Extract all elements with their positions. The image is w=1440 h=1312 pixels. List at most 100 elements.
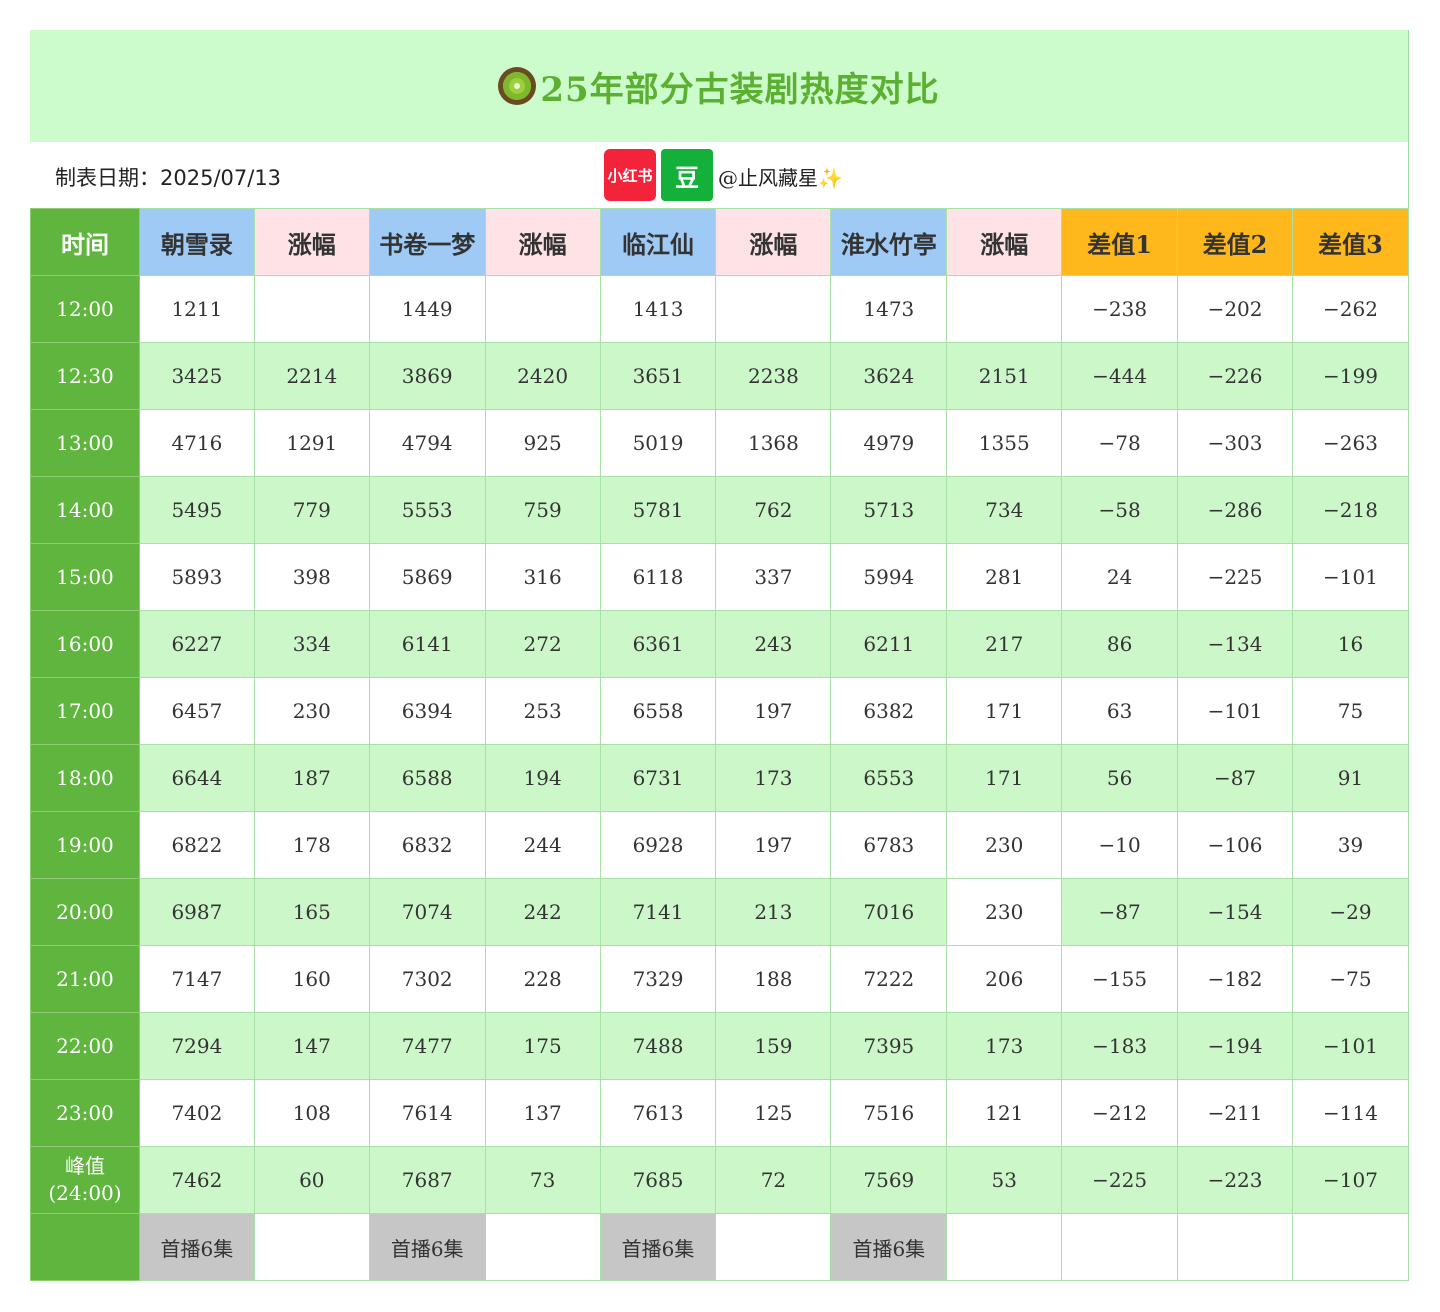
value-cell: 5553 xyxy=(368,476,486,544)
premiere-note-cell: 首播6集 xyxy=(599,1213,717,1281)
value-cell: 281 xyxy=(946,543,1063,611)
value-cell: 1473 xyxy=(830,275,948,343)
value-cell: 5869 xyxy=(368,543,486,611)
value-cell: 7141 xyxy=(599,878,717,946)
value-cell: 272 xyxy=(484,610,601,678)
peak-label-line1: 峰值 xyxy=(64,1154,105,1178)
value-cell: 6211 xyxy=(830,610,948,678)
peak-value-cell: 60 xyxy=(253,1146,370,1214)
value-cell: −218 xyxy=(1292,476,1409,544)
value-cell: −444 xyxy=(1061,342,1179,410)
time-cell: 19:00 xyxy=(30,811,140,879)
table-row: 12:00 1211 1449 1413 1473 −238 −202 −262 xyxy=(30,275,1409,343)
footer-cell xyxy=(253,1213,370,1281)
value-cell: 6227 xyxy=(138,610,255,678)
time-cell: 21:00 xyxy=(30,945,140,1013)
value-cell: 6832 xyxy=(368,811,486,879)
value-cell: −194 xyxy=(1177,1012,1293,1080)
value-cell: −87 xyxy=(1061,878,1179,946)
value-cell: 6731 xyxy=(599,744,717,812)
value-cell: 217 xyxy=(946,610,1063,678)
value-cell: 206 xyxy=(946,945,1063,1013)
value-cell: 1449 xyxy=(368,275,486,343)
value-cell: −134 xyxy=(1177,610,1293,678)
value-cell: 7016 xyxy=(830,878,948,946)
value-cell: 7516 xyxy=(830,1079,948,1147)
value-cell: 3869 xyxy=(368,342,486,410)
value-cell: 91 xyxy=(1292,744,1409,812)
value-cell: 56 xyxy=(1061,744,1179,812)
value-cell: 125 xyxy=(715,1079,832,1147)
peak-value-cell: 53 xyxy=(946,1146,1063,1214)
value-cell: −114 xyxy=(1292,1079,1409,1147)
value-cell: 194 xyxy=(484,744,601,812)
table-row: 13:00 4716 1291 4794 925 5019 1368 4979 1355 −78−… xyxy=(30,409,1409,477)
value-cell: 316 xyxy=(484,543,601,611)
author-handle: @止风藏星✨ xyxy=(718,162,843,191)
table-row: 16:00 6227 334 6141 272 6361 243 6211 217 86 −134 1… xyxy=(30,610,1409,678)
value-cell: 7402 xyxy=(138,1079,255,1147)
value-cell: 762 xyxy=(715,476,832,544)
value-cell: 6588 xyxy=(368,744,486,812)
value-cell: 6553 xyxy=(830,744,948,812)
time-cell: 12:30 xyxy=(30,342,140,410)
value-cell: 5893 xyxy=(138,543,255,611)
value-cell: −87 xyxy=(1177,744,1293,812)
peak-value-cell: −225 xyxy=(1061,1146,1179,1214)
header-change: 涨幅 xyxy=(253,208,370,276)
value-cell: 337 xyxy=(715,543,832,611)
value-cell: 6987 xyxy=(138,878,255,946)
value-cell: 398 xyxy=(253,543,370,611)
sparkles-icon: ✨ xyxy=(818,166,843,190)
header-change: 涨幅 xyxy=(715,208,832,276)
header-change: 涨幅 xyxy=(484,208,601,276)
value-cell: 6382 xyxy=(830,677,948,745)
value-cell: 7614 xyxy=(368,1079,486,1147)
table-sheet: 25年部分古装剧热度对比 制表日期：2025/07/13 小红书 豆 @止风藏星… xyxy=(30,30,1409,1281)
time-cell: 22:00 xyxy=(30,1012,140,1080)
value-cell: −58 xyxy=(1061,476,1179,544)
value-cell: 2151 xyxy=(946,342,1063,410)
value-cell: 779 xyxy=(253,476,370,544)
table-row: 14:00 5495 779 5553 759 5781 762 5713 734 −58 −286… xyxy=(30,476,1409,544)
value-cell: −199 xyxy=(1292,342,1409,410)
footer-row: 首播6集 首播6集 首播6集 首播6集 xyxy=(30,1213,1409,1281)
footer-cell xyxy=(1177,1213,1293,1281)
value-cell: 16 xyxy=(1292,610,1409,678)
value-cell: −106 xyxy=(1177,811,1293,879)
header-drama: 朝雪录 xyxy=(138,208,255,276)
value-cell: 6783 xyxy=(830,811,948,879)
header-time: 时间 xyxy=(30,208,140,276)
value-cell: 178 xyxy=(253,811,370,879)
time-cell: 17:00 xyxy=(30,677,140,745)
table-row: 23:00 7402 108 7614 137 7613 125 7516 121 −212 −21… xyxy=(30,1079,1409,1147)
value-cell: −101 xyxy=(1292,543,1409,611)
value-cell xyxy=(253,275,370,343)
footer-cell xyxy=(946,1213,1063,1281)
value-cell: −286 xyxy=(1177,476,1293,544)
value-cell: 6457 xyxy=(138,677,255,745)
value-cell: 334 xyxy=(253,610,370,678)
value-cell: 5495 xyxy=(138,476,255,544)
value-cell: 5781 xyxy=(599,476,717,544)
time-cell: 16:00 xyxy=(30,610,140,678)
premiere-note-cell: 首播6集 xyxy=(830,1213,948,1281)
value-cell: 4979 xyxy=(830,409,948,477)
value-cell: 1211 xyxy=(138,275,255,343)
value-cell: 39 xyxy=(1292,811,1409,879)
value-cell: 7477 xyxy=(368,1012,486,1080)
value-cell: 6822 xyxy=(138,811,255,879)
header-change: 涨幅 xyxy=(946,208,1063,276)
value-cell: 3624 xyxy=(830,342,948,410)
value-cell: 925 xyxy=(484,409,601,477)
peak-value-cell: 7462 xyxy=(138,1146,255,1214)
value-cell: −10 xyxy=(1061,811,1179,879)
header-drama: 临江仙 xyxy=(599,208,717,276)
value-cell: 7329 xyxy=(599,945,717,1013)
value-cell: 175 xyxy=(484,1012,601,1080)
xiaohongshu-logo-icon: 小红书 xyxy=(604,149,656,201)
value-cell xyxy=(484,275,601,343)
value-cell: 197 xyxy=(715,811,832,879)
value-cell: 7294 xyxy=(138,1012,255,1080)
value-cell: 108 xyxy=(253,1079,370,1147)
